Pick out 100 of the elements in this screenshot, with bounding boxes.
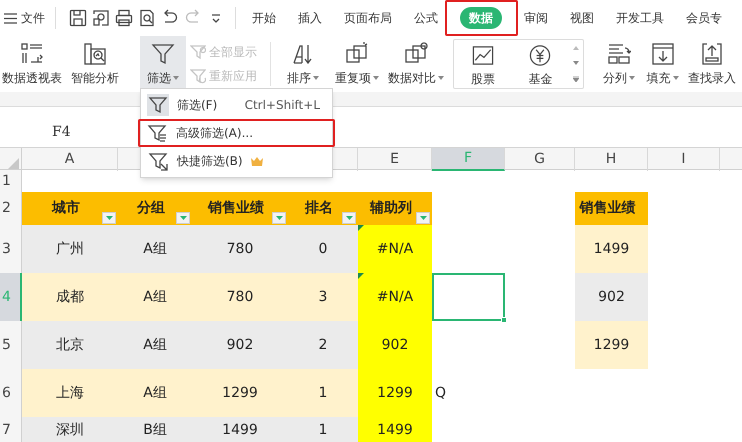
quick-filter-icon xyxy=(148,151,168,171)
ribbon-button[interactable]: 分列 xyxy=(598,36,640,92)
cell-text: 902 xyxy=(382,336,408,354)
advanced-filter-icon xyxy=(147,123,167,143)
filter-icon xyxy=(151,42,175,66)
name-box[interactable]: F4 xyxy=(52,122,92,143)
cell-text: A组 xyxy=(143,288,167,306)
caret-icon xyxy=(180,216,186,220)
ribbon-tab[interactable]: 插入 xyxy=(298,7,322,29)
ribbon-button[interactable]: 数据对比 xyxy=(385,36,447,92)
ribbon-button[interactable]: 排序 xyxy=(277,36,329,92)
ribbon-tab[interactable]: 页面布局 xyxy=(344,7,392,29)
cell-text: 780 xyxy=(226,288,254,306)
cell-text: 1499 xyxy=(377,421,413,440)
show-all-icon xyxy=(190,44,206,60)
caret-icon xyxy=(420,216,426,220)
column-header[interactable]: H xyxy=(575,148,648,171)
print-preview-icon xyxy=(138,9,156,27)
cell-text: 1499 xyxy=(594,240,630,258)
row-header[interactable]: 5 xyxy=(0,321,22,369)
cell-text: A组 xyxy=(143,336,167,354)
row-header[interactable]: 7 xyxy=(0,417,22,442)
column-header[interactable]: G xyxy=(505,148,575,171)
fill-down-icon xyxy=(650,42,674,66)
column-header[interactable]: I xyxy=(648,148,720,171)
ribbon-button[interactable]: 查找录入 xyxy=(685,36,739,92)
cell-text: 1499 xyxy=(222,421,258,440)
filter-icon xyxy=(148,95,168,115)
cell-text: Q xyxy=(435,384,446,402)
row-header[interactable]: 6 xyxy=(0,369,22,417)
cell-text: 北京 xyxy=(56,336,84,354)
save-as-icon xyxy=(92,9,110,27)
ribbon-button[interactable]: 智能分析 xyxy=(64,36,126,92)
caret-icon xyxy=(173,76,179,80)
caret-icon xyxy=(672,76,678,80)
caret-icon xyxy=(313,76,319,80)
cell-text: 780 xyxy=(226,240,254,258)
ribbon-button[interactable]: 填充 xyxy=(640,36,685,92)
active-cell[interactable] xyxy=(432,273,505,321)
filter-dropdown-button[interactable] xyxy=(176,212,190,224)
cell-text: 1 xyxy=(318,421,328,440)
caret-icon xyxy=(276,216,282,220)
chart-magnifier-icon xyxy=(83,42,107,66)
print-icon xyxy=(114,9,132,27)
cell-text: #N/A xyxy=(376,288,414,306)
menu-item[interactable]: 快捷筛选(B) xyxy=(141,147,332,175)
save-icon xyxy=(68,9,86,27)
caret-icon xyxy=(106,216,112,220)
filter-dropdown-button[interactable] xyxy=(102,212,116,224)
filter-dropdown-button[interactable] xyxy=(416,212,430,224)
row-header[interactable]: 3 xyxy=(0,225,22,273)
ribbon-button[interactable]: 重复项 xyxy=(329,36,385,92)
reapply-filter-icon xyxy=(190,68,206,84)
row-header[interactable]: 1 xyxy=(0,170,22,192)
ribbon-tab[interactable]: 视图 xyxy=(570,7,594,29)
cell-text: 902 xyxy=(598,288,625,306)
cell-text: B组 xyxy=(143,421,167,440)
stock-chart-icon xyxy=(470,44,495,67)
column-heading: 分组 xyxy=(137,199,165,218)
cell-text: A组 xyxy=(143,384,167,402)
column-header[interactable]: A xyxy=(22,148,118,171)
expand-icon[interactable] xyxy=(573,76,579,82)
caret-icon xyxy=(438,76,444,80)
file-menu-button[interactable]: 文件 xyxy=(4,9,45,27)
filter-dropdown-button[interactable] xyxy=(342,212,356,224)
filter-dropdown-button[interactable] xyxy=(272,212,286,224)
cell-text: 902 xyxy=(226,336,254,354)
column-heading: 销售业绩 xyxy=(580,199,636,218)
cell-text: 上海 xyxy=(56,384,84,402)
cell-text: 成都 xyxy=(56,288,84,306)
cell-text: 1299 xyxy=(377,384,413,402)
yen-coin-icon xyxy=(528,44,552,67)
ribbon-tab[interactable]: 开发工具 xyxy=(616,7,664,29)
find-entry-icon xyxy=(700,42,724,66)
column-heading: 城市 xyxy=(52,198,80,218)
cell-text: 深圳 xyxy=(56,421,84,440)
cell-text: 广州 xyxy=(56,240,84,258)
cell-text: 2 xyxy=(318,336,328,354)
cell-text: 1299 xyxy=(222,384,258,402)
scroll-up-icon[interactable] xyxy=(573,46,579,50)
ribbon-tab[interactable]: 会员专 xyxy=(686,7,722,29)
cell-text: A组 xyxy=(143,240,167,258)
column-heading: 辅助列 xyxy=(370,199,412,218)
ribbon-tab[interactable]: 审阅 xyxy=(524,7,548,29)
ribbon-button[interactable]: 股票 xyxy=(454,40,512,88)
row-header[interactable]: 2 xyxy=(0,192,22,225)
menu-item[interactable]: 高级筛选(A)... xyxy=(138,119,335,147)
menu-item[interactable]: 筛选(F) Ctrl+Shift+L xyxy=(141,91,332,119)
cell-text: 1299 xyxy=(594,336,630,354)
column-heading: 销售业绩 xyxy=(208,199,264,218)
column-heading: 排名 xyxy=(305,199,333,218)
ribbon-button[interactable]: 基金 xyxy=(512,40,569,88)
menu-icon xyxy=(4,12,17,24)
pivot-table-icon xyxy=(20,42,44,66)
scroll-down-icon[interactable] xyxy=(573,60,579,65)
ribbon-tab[interactable]: 开始 xyxy=(252,7,276,29)
cell-text: 3 xyxy=(318,288,328,306)
ribbon-tab[interactable]: 公式 xyxy=(414,7,438,29)
ribbon-button[interactable]: 数据透视表 xyxy=(0,36,64,92)
split-column-icon xyxy=(607,42,631,66)
